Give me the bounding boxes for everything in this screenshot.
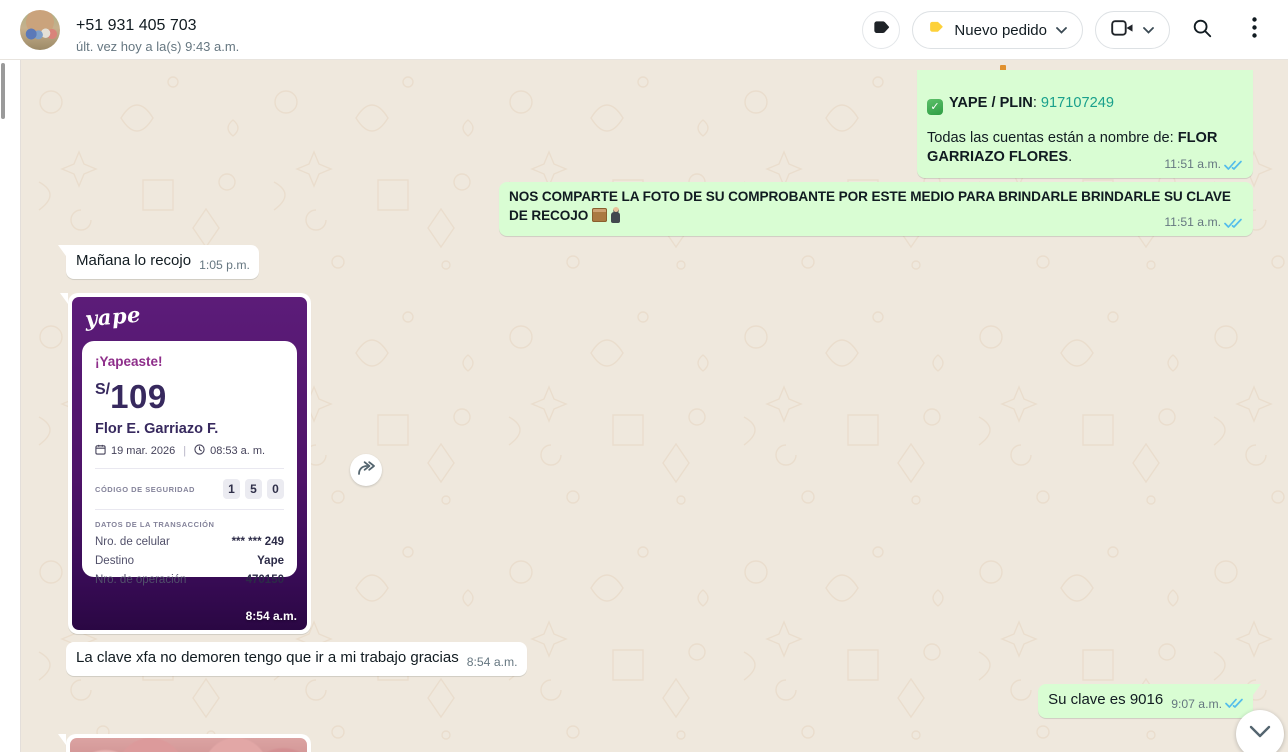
yape-logo: yape [84,302,142,332]
double-check-icon [1224,216,1243,228]
receipt-hour: 08:53 a. m. [210,445,265,457]
chat-list-panel-edge [0,60,21,752]
search-button[interactable] [1182,10,1222,50]
divider [95,468,284,469]
message-time: 11:51 a.m. [1164,156,1221,172]
image-message-time: 8:54 a.m. [246,609,297,623]
chevron-down-icon [1249,725,1271,743]
double-check-icon [1225,696,1244,708]
receipt-title: ¡Yapeaste! [95,354,284,369]
contact-phone-title: +51 931 405 703 [76,16,239,36]
header-actions: Nuevo pedido [862,0,1274,60]
chat-list-scrollbar-thumb[interactable] [1,63,5,119]
person-standing-emoji [611,207,620,223]
bubble-tail [1253,684,1261,695]
white-check-green-emoji: ✓ [927,99,943,115]
receipt-card: ¡Yapeaste! S/109 Flor E. Garriazo F. 19 … [82,341,297,577]
transaction-row: Destino Yape [95,555,284,567]
receipt-datetime: 19 mar. 2026 | 08:53 a. m. [95,444,284,458]
message-text: : [1033,95,1041,111]
bubble-tail [58,245,66,256]
bubble-tail [58,734,66,745]
message-time: 11:51 a.m. [1164,214,1221,230]
row-label: Nro. de operación [95,574,186,586]
security-code-label: CÓDIGO DE SEGURIDAD [95,485,195,494]
last-seen-status: últ. vez hoy a la(s) 9:43 a.m. [76,39,239,54]
contact-info[interactable]: +51 931 405 703 últ. vez hoy a la(s) 9:4… [76,16,239,54]
separator: | [180,445,189,457]
calendar-icon [95,444,106,458]
currency-symbol: S/ [95,381,110,398]
message-text: Todas las cuentas están a nombre de: [927,130,1178,146]
forward-arrows-icon [356,460,376,481]
kebab-menu-icon [1252,17,1257,43]
message-recojo-instructions[interactable]: NOS COMPARTE LA FOTO DE SU COMPROBANTE P… [499,182,1253,236]
message-clave-reply[interactable]: Su clave es 9016 9:07 a.m. [1038,684,1253,718]
transaction-row: Nro. de celular *** *** 249 [95,536,284,548]
security-code-digits: 1 5 0 [223,479,284,499]
divider [95,509,284,510]
clock-icon [194,444,205,458]
message-time: 1:05 p.m. [199,257,250,273]
row-label: Nro. de celular [95,536,170,548]
row-value: 470150 [246,574,284,586]
flower-photo [70,738,307,752]
receipt-amount: S/109 [95,378,284,416]
video-call-button[interactable] [1095,11,1170,49]
message-flower-image[interactable] [66,734,311,752]
message-text: La clave xfa no demoren tengo que ir a m… [76,649,459,666]
tag-icon [871,18,891,43]
bubble-tail [60,293,68,304]
digit-box: 1 [223,479,240,499]
transaction-row: Nro. de operación 470150 [95,574,284,586]
message-time: 8:54 a.m. [467,654,518,670]
yape-receipt-image: yape ¡Yapeaste! S/109 Flor E. Garriazo F… [72,297,307,630]
chat-header: +51 931 405 703 últ. vez hoy a la(s) 9:4… [0,0,1288,60]
row-label: Destino [95,555,134,567]
whatsapp-chat-window: +51 931 405 703 últ. vez hoy a la(s) 9:4… [0,0,1288,752]
search-icon [1191,17,1213,44]
message-yape-info[interactable]: ✓ YAPE / PLIN: 917107249 Todas las cuenta… [917,70,1253,178]
receipt-date: 19 mar. 2026 [111,445,175,457]
message-text: YAPE / PLIN [949,95,1033,111]
digit-box: 0 [267,479,284,499]
tag-icon-yellow [928,19,945,41]
message-manana[interactable]: Mañana lo recojo 1:05 p.m. [66,245,259,279]
message-receipt-image[interactable]: yape ¡Yapeaste! S/109 Flor E. Garriazo F… [68,293,311,634]
row-value: Yape [257,555,284,567]
digit-box: 5 [245,479,262,499]
chevron-down-icon [1143,21,1154,39]
menu-button[interactable] [1234,10,1274,50]
message-text: Mañana lo recojo [76,252,191,269]
order-status-button[interactable]: Nuevo pedido [912,11,1083,49]
scroll-to-bottom-button[interactable] [1236,710,1284,752]
labels-button[interactable] [862,11,900,49]
transaction-data-label: DATOS DE LA TRANSACCIÓN [95,520,284,529]
package-emoji [592,208,607,222]
message-text: . [1068,149,1072,165]
amount-value: 109 [110,378,167,415]
phone-number-link[interactable]: 917107249 [1041,95,1114,111]
message-clave-request[interactable]: La clave xfa no demoren tengo que ir a m… [66,642,527,676]
chevron-down-icon [1056,21,1067,39]
message-time: 9:07 a.m. [1171,696,1222,712]
contact-avatar[interactable] [20,10,60,50]
message-text: Su clave es 9016 [1048,691,1163,708]
video-camera-icon [1111,19,1134,42]
order-status-label: Nuevo pedido [954,22,1047,39]
security-code-row: CÓDIGO DE SEGURIDAD 1 5 0 [95,479,284,499]
receipt-recipient: Flor E. Garriazo F. [95,421,284,437]
conversation-panel: ✓ YAPE / PLIN: 917107249 Todas las cuenta… [21,60,1288,752]
forward-message-button[interactable] [350,454,382,486]
double-check-icon [1224,158,1243,170]
row-value: *** *** 249 [232,536,284,548]
